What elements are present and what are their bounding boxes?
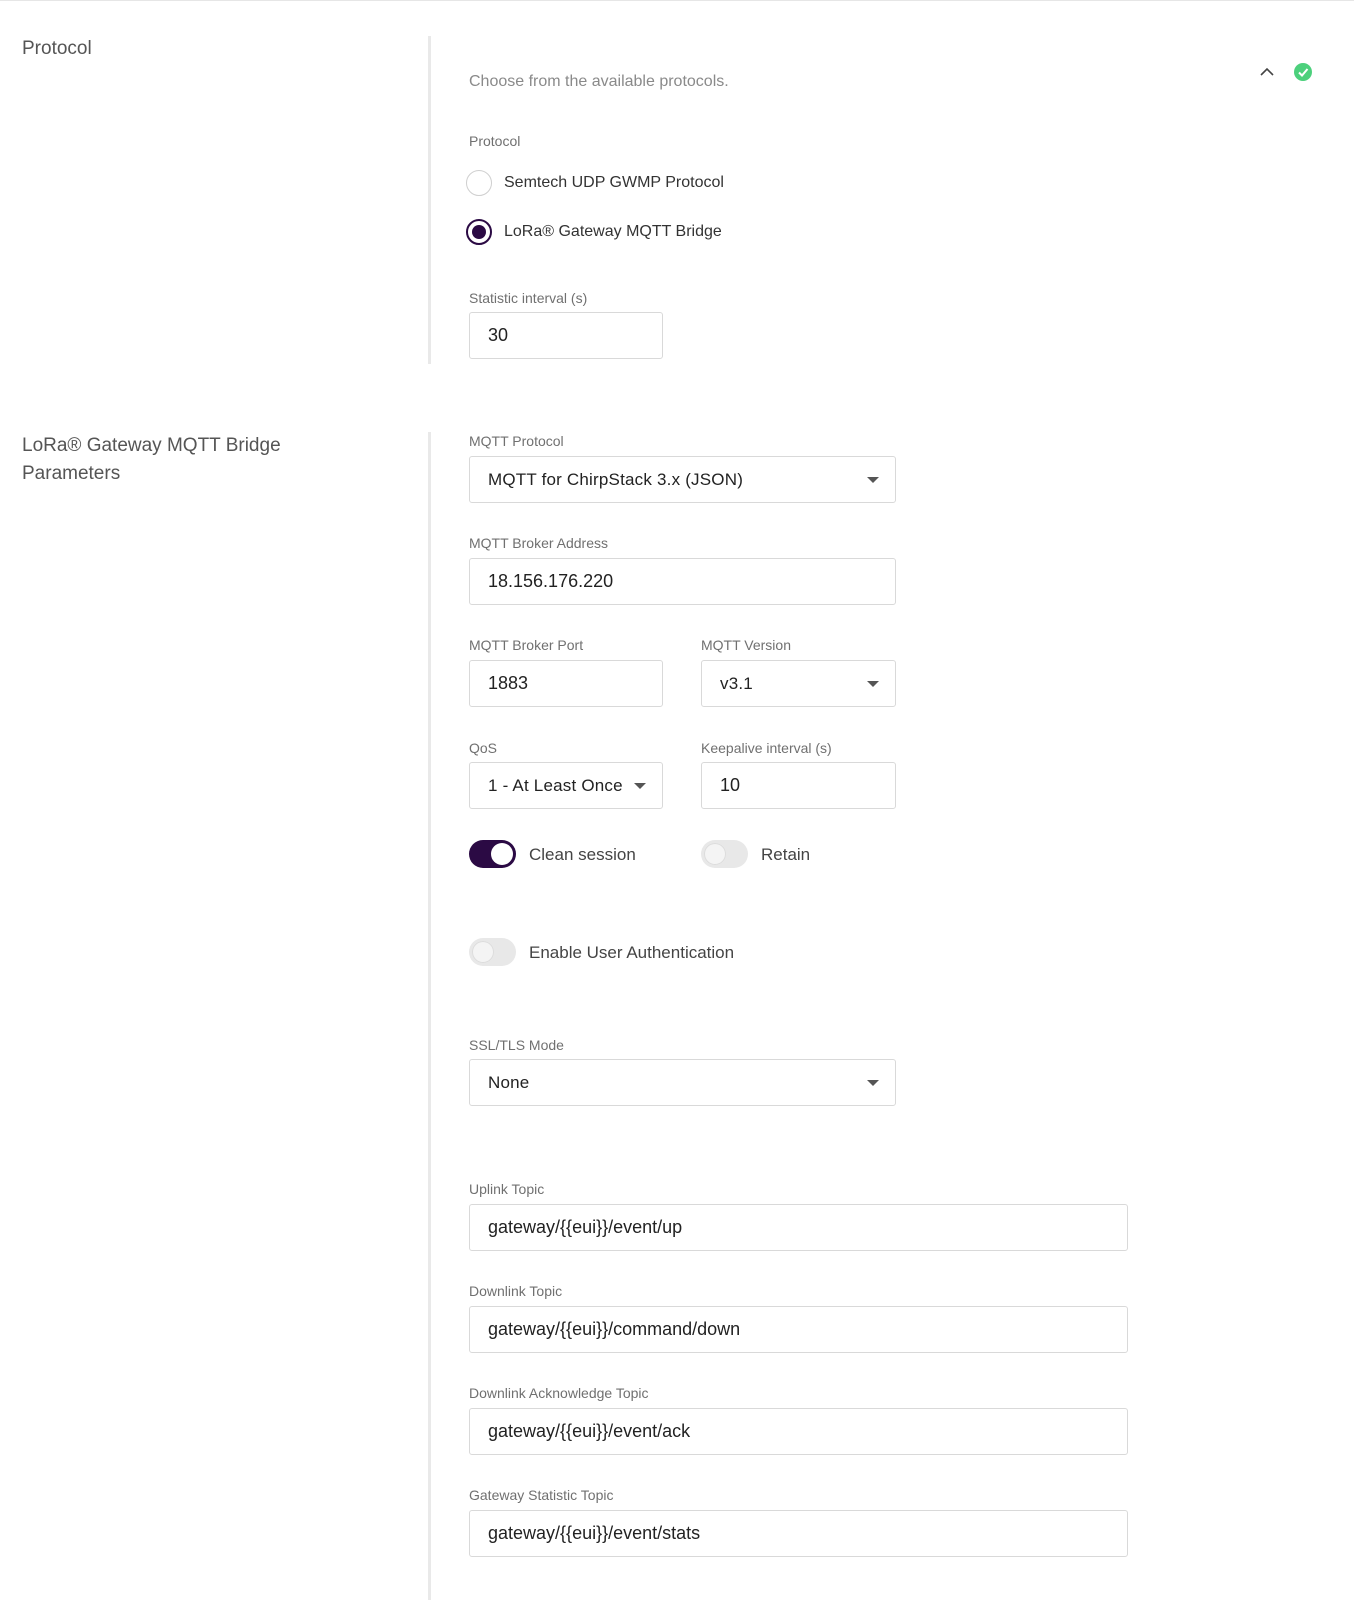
mqtt-section-title-line1: LoRa® Gateway MQTT Bridge [22,435,281,456]
clean-session-label: Clean session [529,845,636,864]
broker-port-label: MQTT Broker Port [469,637,584,653]
mqtt-protocol-value: MQTT for ChirpStack 3.x (JSON) [488,469,744,489]
caret-down-icon [634,783,646,789]
downlink-ack-topic-input[interactable] [469,1408,1128,1455]
radio-label: Semtech UDP GWMP Protocol [504,174,724,191]
protocol-section-divider [428,36,431,364]
stats-topic-label: Gateway Statistic Topic [469,1487,614,1503]
caret-down-icon [867,1080,879,1086]
ssl-label: SSL/TLS Mode [469,1037,564,1053]
keepalive-label: Keepalive interval (s) [701,740,832,756]
radio-label: LoRa® Gateway MQTT Bridge [504,223,722,240]
mqtt-section-divider [428,432,431,1600]
protocol-section-title: Protocol [22,38,92,59]
downlink-topic-label: Downlink Topic [469,1283,563,1299]
mqtt-version-value: v3.1 [720,673,753,693]
radio-semtech-udp[interactable]: Semtech UDP GWMP Protocol [466,168,724,198]
uplink-topic-label: Uplink Topic [469,1181,545,1197]
retain-toggle[interactable] [701,840,748,868]
statistic-interval-label: Statistic interval (s) [469,290,588,306]
mqtt-protocol-label: MQTT Protocol [469,433,564,449]
stats-topic-input[interactable] [469,1510,1128,1557]
radio-button[interactable] [466,170,492,196]
qos-value: 1 - At Least Once [488,775,623,795]
downlink-ack-topic-label: Downlink Acknowledge Topic [469,1385,649,1401]
mqtt-section-title: LoRa® Gateway MQTT Bridge Parameters [22,432,281,488]
mqtt-section-title-line2: Parameters [22,463,121,484]
protocol-label: Protocol [469,133,521,149]
check-circle-icon [1294,63,1312,81]
statistic-interval-input[interactable] [469,312,663,359]
clean-session-toggle[interactable] [469,840,516,868]
mqtt-version-label: MQTT Version [701,637,791,653]
top-divider [0,0,1354,1]
caret-down-icon [867,681,879,687]
chevron-up-icon[interactable] [1260,67,1274,77]
qos-select[interactable]: 1 - At Least Once [469,762,663,809]
ssl-value: None [488,1072,530,1092]
caret-down-icon [867,477,879,483]
ssl-select[interactable]: None [469,1059,896,1106]
downlink-topic-input[interactable] [469,1306,1128,1353]
protocol-description: Choose from the available protocols. [469,73,729,90]
keepalive-input[interactable] [701,762,896,809]
mqtt-version-select[interactable]: v3.1 [701,660,896,707]
user-auth-label: Enable User Authentication [529,943,735,962]
user-auth-toggle[interactable] [469,938,516,966]
qos-label: QoS [469,740,498,756]
uplink-topic-input[interactable] [469,1204,1128,1251]
retain-label: Retain [761,845,811,864]
mqtt-protocol-select[interactable]: MQTT for ChirpStack 3.x (JSON) [469,456,896,503]
radio-lora-mqtt-bridge[interactable]: LoRa® Gateway MQTT Bridge [466,217,722,247]
broker-port-input[interactable] [469,660,663,707]
broker-address-label: MQTT Broker Address [469,535,609,551]
broker-address-input[interactable] [469,558,896,605]
radio-button-checked[interactable] [466,219,492,245]
